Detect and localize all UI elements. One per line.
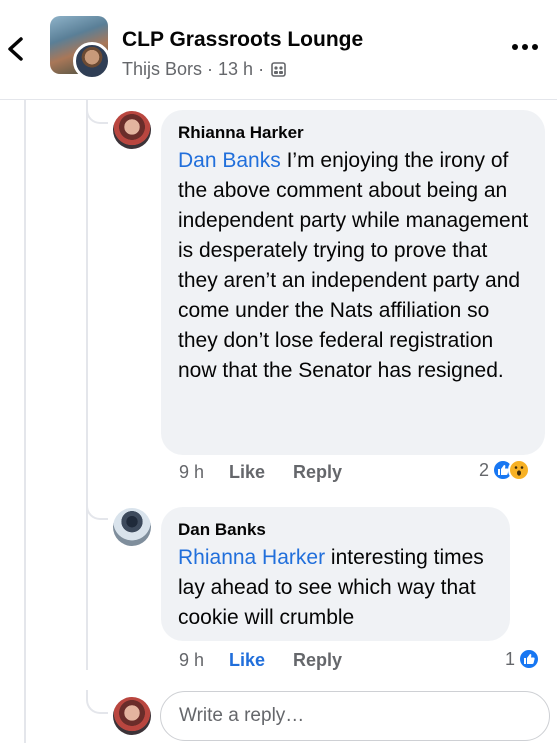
poster-avatar[interactable] [73, 42, 111, 80]
thread-connector [86, 496, 108, 520]
meta-separator: · [207, 59, 214, 79]
thread-line [86, 100, 88, 670]
current-user-avatar [113, 697, 151, 735]
reaction-count: 1 [505, 648, 516, 669]
mention-link[interactable]: Rhianna Harker [178, 546, 325, 569]
comment-actions: 9 h Like Reply [179, 650, 342, 671]
comment-text: Dan Banks I’m enjoying the irony of the … [178, 146, 529, 386]
reply-placeholder: Write a reply… [179, 705, 305, 726]
reply-button[interactable]: Reply [293, 462, 342, 483]
poster-name[interactable]: Thijs Bors [122, 59, 202, 80]
reply-input[interactable]: Write a reply… [160, 691, 550, 741]
post-header: CLP Grassroots Lounge Thijs Bors · 13 h … [0, 0, 557, 100]
comment-actions: 9 h Like Reply [179, 462, 342, 483]
reaction-summary[interactable]: 1 [505, 648, 541, 670]
comment-body: I’m enjoying the irony of the above comm… [178, 149, 529, 382]
meta-separator: · [258, 59, 265, 79]
post-time[interactable]: 13 h [218, 59, 253, 80]
comment-author[interactable]: Rhianna Harker [178, 122, 529, 144]
reaction-count: 2 [479, 459, 490, 480]
thread-connector [86, 690, 108, 714]
comment-author[interactable]: Dan Banks [178, 519, 494, 541]
post-meta: Thijs Bors · 13 h · [122, 59, 286, 80]
group-icon [271, 62, 286, 77]
wow-emoji-icon [508, 459, 531, 481]
like-button[interactable]: Like [229, 462, 293, 483]
comment-text: Rhianna Harker interesting times lay ahe… [178, 543, 494, 633]
reaction-summary[interactable]: 2 [479, 459, 531, 481]
thumbs-up-icon [518, 648, 541, 670]
avatar[interactable] [113, 111, 151, 149]
comment-time[interactable]: 9 h [179, 650, 229, 671]
thread-connector [86, 100, 108, 124]
group-name[interactable]: CLP Grassroots Lounge [122, 28, 363, 52]
mention-link[interactable]: Dan Banks [178, 149, 281, 172]
comment-bubble: Dan Banks Rhianna Harker interesting tim… [161, 507, 510, 641]
like-button[interactable]: Like [229, 650, 293, 671]
reply-button[interactable]: Reply [293, 650, 342, 671]
avatar[interactable] [113, 508, 151, 546]
more-dots-icon[interactable] [512, 40, 540, 54]
thread-line [24, 100, 26, 743]
comment-bubble: Rhianna Harker Dan Banks I’m enjoying th… [161, 110, 545, 455]
chevron-left-icon[interactable] [4, 34, 26, 64]
comment-time[interactable]: 9 h [179, 462, 229, 483]
